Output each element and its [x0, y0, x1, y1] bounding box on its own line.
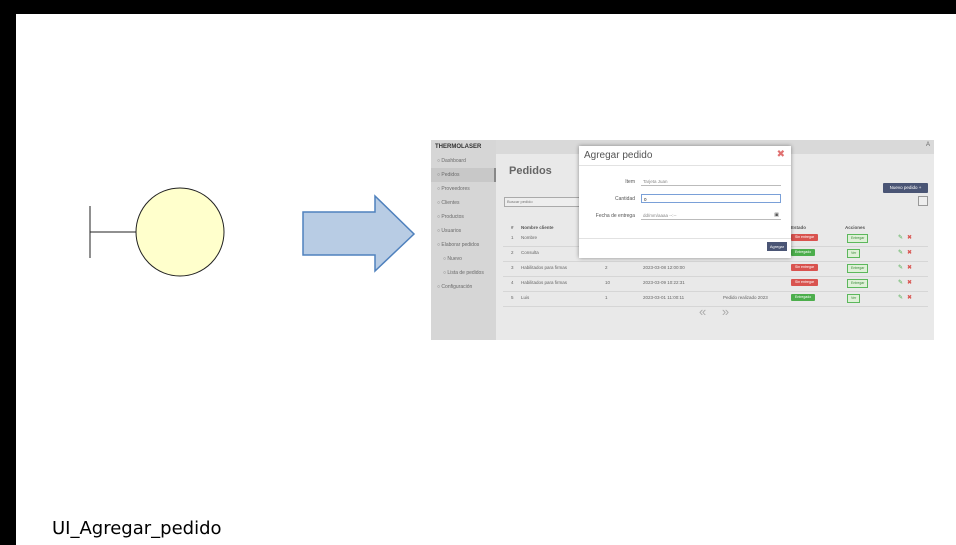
- quantity: 10: [605, 280, 611, 285]
- status-badge: Sin entregar: [791, 279, 819, 286]
- sidebar-item[interactable]: ○ Lista de pedidos: [431, 266, 496, 280]
- filter-button[interactable]: [918, 196, 928, 206]
- sidebar-item-label: Usuarios: [441, 228, 462, 234]
- col-header-actions: Acciones: [845, 225, 866, 230]
- pagination[interactable]: « »: [699, 304, 735, 319]
- client-name: Luis: [521, 295, 530, 300]
- row-number: 3: [511, 265, 514, 270]
- sidebar-item-label: Configuración: [441, 284, 473, 290]
- delete-icon[interactable]: ✖: [907, 294, 912, 301]
- edit-icon[interactable]: ✎: [898, 294, 903, 301]
- col-header-status: Estado: [791, 225, 807, 230]
- delivery-date-field[interactable]: dd/mm/aaaa --:-- ▣: [641, 211, 781, 220]
- order-date: 2023-03-08 12:00:00: [643, 265, 685, 270]
- client-name: Habilitados para firmas: [521, 265, 568, 270]
- modal-divider: [579, 238, 791, 239]
- sidebar: THERMOLASER ○ Dashboard ○ Pedidos ○ Provee…: [431, 140, 496, 340]
- close-icon[interactable]: ✖: [777, 149, 785, 160]
- edit-icon[interactable]: ✎: [898, 264, 903, 271]
- sidebar-item[interactable]: ○ Elaborar pedidos: [431, 238, 496, 252]
- sidebar-item-label: Clientes: [441, 200, 460, 206]
- new-order-button[interactable]: Nuevo pedido +: [883, 183, 928, 193]
- status-badge: Entregado: [791, 249, 816, 256]
- search-input[interactable]: Buscar pedido: [504, 197, 586, 207]
- row-action-button[interactable]: Entregar: [847, 234, 869, 243]
- field-label-quantity: Cantidad: [614, 196, 635, 202]
- item-field[interactable]: Tarjeta Juan: [641, 177, 781, 186]
- boundary-circle: [135, 187, 225, 277]
- delete-icon[interactable]: ✖: [907, 234, 912, 241]
- row-action-button[interactable]: Ver: [847, 249, 861, 258]
- status-badge: Entregado: [791, 294, 816, 301]
- delete-icon[interactable]: ✖: [907, 264, 912, 271]
- sidebar-item-label: Dashboard: [441, 158, 466, 164]
- quantity: 1: [605, 295, 608, 300]
- order-date: 2023-03-01 11:00:11: [643, 295, 685, 300]
- sidebar-item[interactable]: ○ Pedidos: [431, 168, 496, 182]
- row-number: 4: [511, 280, 514, 285]
- sidebar-item[interactable]: ○ Proveedores: [431, 182, 496, 196]
- col-header-number: #: [511, 225, 514, 230]
- sidebar-item[interactable]: ○ Nuevo: [431, 252, 496, 266]
- field-label-item: Item: [625, 179, 635, 185]
- sidebar-item[interactable]: ○ Clientes: [431, 196, 496, 210]
- delete-icon[interactable]: ✖: [907, 279, 912, 286]
- row-number: 2: [511, 250, 514, 255]
- client-name: Nombre: [521, 235, 538, 240]
- quantity: 2: [605, 265, 608, 270]
- order-date: 2023-03-09 10:22:31: [643, 280, 685, 285]
- user-menu[interactable]: A: [926, 142, 930, 148]
- add-button[interactable]: Agregar: [767, 242, 787, 251]
- sidebar-item-label: Proveedores: [441, 186, 470, 192]
- modal-divider: [579, 165, 791, 166]
- row-action-button[interactable]: Entregar: [847, 264, 869, 273]
- edit-icon[interactable]: ✎: [898, 249, 903, 256]
- delivery-date-value: dd/mm/aaaa --:--: [643, 213, 677, 218]
- modal-title: Agregar pedido: [584, 150, 653, 161]
- edit-icon[interactable]: ✎: [898, 234, 903, 241]
- brand-name: THERMOLASER: [435, 144, 482, 150]
- sidebar-item-label: Lista de pedidos: [447, 270, 484, 276]
- row-number: 5: [511, 295, 514, 300]
- status-badge: Sin entregar: [791, 264, 819, 271]
- row-action-button[interactable]: Entregar: [847, 279, 869, 288]
- add-order-modal: Agregar pedido ✖ Item Tarjeta Juan Canti…: [579, 146, 791, 258]
- field-label-delivery-date: Fecha de entrega: [595, 213, 635, 219]
- sidebar-item-label: Elaborar pedidos: [441, 242, 480, 248]
- sidebar-item[interactable]: ○ Configuración: [431, 280, 496, 294]
- delivery-info: Pedido realizado 2023: [723, 295, 768, 300]
- client-name: Habilitados para firmas: [521, 280, 568, 285]
- table-row[interactable]: 4 Habilitados para firmas 10 2023-03-09 10:…: [503, 277, 928, 292]
- sidebar-item-label: Productos: [441, 214, 464, 220]
- sidebar-item[interactable]: ○ Usuarios: [431, 224, 496, 238]
- status-badge: Sin entregar: [791, 234, 819, 241]
- sidebar-item[interactable]: ○ Productos: [431, 210, 496, 224]
- row-number: 1: [511, 235, 514, 240]
- col-header-client: Nombre cliente: [521, 225, 554, 230]
- flow-arrow: [302, 194, 416, 273]
- client-name: Consulta: [521, 250, 539, 255]
- page-title: Pedidos: [509, 165, 552, 177]
- sidebar-item-label: Nuevo: [447, 256, 462, 262]
- sidebar-item-label: Pedidos: [441, 172, 460, 178]
- calendar-icon[interactable]: ▣: [774, 211, 779, 220]
- row-action-button[interactable]: Ver: [847, 294, 861, 303]
- quantity-field[interactable]: 0: [641, 194, 781, 203]
- table-row[interactable]: 3 Habilitados para firmas 2 2023-03-08 12:0…: [503, 262, 928, 277]
- sidebar-item[interactable]: ○ Dashboard: [431, 154, 496, 168]
- ui-screenshot: THERMOLASER ○ Dashboard ○ Pedidos ○ Provee…: [431, 140, 934, 340]
- delete-icon[interactable]: ✖: [907, 249, 912, 256]
- diagram-caption: UI_Agregar_pedido: [52, 518, 222, 539]
- edit-icon[interactable]: ✎: [898, 279, 903, 286]
